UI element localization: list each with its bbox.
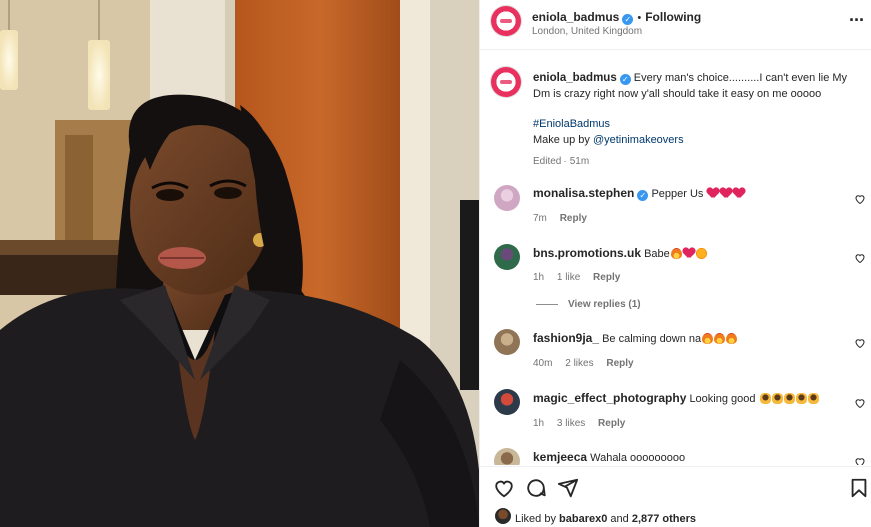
liked-by-label: Liked by bbox=[515, 513, 556, 525]
makeup-credit-label: Make up by bbox=[533, 134, 590, 146]
share-icon[interactable] bbox=[557, 477, 579, 499]
commenter-avatar[interactable] bbox=[494, 389, 520, 415]
comment-time[interactable]: 1h bbox=[533, 418, 544, 429]
red-heart-emoji bbox=[707, 188, 719, 199]
post-side-panel: eniola_badmus ✓ • Following London, United … bbox=[479, 0, 871, 527]
post-image bbox=[0, 0, 479, 527]
reply-button[interactable]: Reply bbox=[560, 213, 587, 224]
reply-button[interactable]: Reply bbox=[598, 418, 625, 429]
commenter-avatar[interactable] bbox=[494, 185, 520, 211]
post-header: eniola_badmus ✓ • Following London, United … bbox=[480, 0, 871, 50]
mention-link[interactable]: @yetinimakeovers bbox=[593, 134, 684, 146]
comment-text: Pepper Us bbox=[651, 188, 704, 200]
hashtag-link[interactable]: #EniolaBadmus bbox=[533, 118, 610, 130]
verified-icon: ✓ bbox=[619, 74, 631, 85]
commenter-username[interactable]: kemjeeca bbox=[533, 450, 587, 464]
post-photo[interactable] bbox=[0, 0, 479, 527]
red-heart-emoji bbox=[720, 188, 732, 199]
liker-username[interactable]: babarex0 bbox=[559, 513, 607, 525]
star-eyes-emoji bbox=[695, 248, 707, 259]
likes-text: Liked by babarex0 and 2,877 others bbox=[515, 513, 696, 525]
raised-hands-emoji bbox=[795, 393, 807, 404]
more-icon[interactable]: ··· bbox=[849, 10, 865, 30]
verified-icon: ✓ bbox=[637, 190, 649, 201]
commenter-avatar[interactable] bbox=[494, 448, 520, 465]
location-link[interactable]: London, United Kingdom bbox=[532, 26, 642, 37]
like-comment-heart-icon[interactable] bbox=[854, 337, 866, 349]
verified-icon: ✓ bbox=[622, 14, 634, 25]
comment-text: Be calming down na bbox=[602, 333, 702, 345]
post-actions-bar bbox=[480, 466, 871, 506]
fire-emoji bbox=[702, 333, 714, 344]
comment-likes[interactable]: 1 like bbox=[557, 272, 580, 283]
commenter-avatar[interactable] bbox=[494, 329, 520, 355]
separator-dot: • bbox=[637, 12, 642, 24]
commenter-username[interactable]: fashion9ja_ bbox=[533, 331, 599, 345]
commenter-avatar[interactable] bbox=[494, 244, 520, 270]
raised-hands-emoji bbox=[771, 393, 783, 404]
caption-username[interactable]: eniola_badmus bbox=[533, 72, 617, 84]
author-username[interactable]: eniola_badmus bbox=[532, 10, 619, 24]
likes-others-count[interactable]: 2,877 others bbox=[632, 513, 696, 525]
likes-and-label: and bbox=[610, 513, 629, 525]
replies-divider-line bbox=[536, 303, 558, 305]
heart-icon[interactable] bbox=[493, 477, 515, 499]
raised-hands-emoji bbox=[759, 393, 771, 404]
like-comment-heart-icon[interactable] bbox=[854, 456, 866, 465]
caption-avatar[interactable] bbox=[491, 67, 521, 97]
fire-emoji bbox=[670, 248, 682, 259]
red-heart-emoji bbox=[683, 248, 695, 259]
view-replies-button[interactable]: View replies (1) bbox=[536, 299, 641, 310]
comment-likes[interactable]: 3 likes bbox=[557, 418, 585, 429]
bookmark-icon[interactable] bbox=[848, 477, 870, 499]
fire-emoji bbox=[714, 333, 726, 344]
comment-text: Babe bbox=[644, 248, 670, 260]
comments-scroll-area[interactable]: eniola_badmus ✓ Every man's choice.......… bbox=[480, 51, 871, 465]
following-button[interactable]: Following bbox=[645, 10, 701, 24]
comment-text: Looking good bbox=[689, 393, 756, 405]
comment-text: Wahala ooooooooo bbox=[590, 452, 686, 464]
reply-button[interactable]: Reply bbox=[593, 272, 620, 283]
edited-label: Edited bbox=[533, 156, 562, 167]
liker-avatar[interactable] bbox=[495, 508, 511, 524]
like-comment-heart-icon[interactable] bbox=[854, 397, 866, 409]
view-replies-label: View replies (1) bbox=[568, 299, 641, 310]
comment-likes[interactable]: 2 likes bbox=[565, 358, 593, 369]
commenter-username[interactable]: magic_effect_photography bbox=[533, 391, 686, 405]
author-avatar[interactable] bbox=[491, 6, 521, 36]
raised-hands-emoji bbox=[807, 393, 819, 404]
red-heart-emoji bbox=[733, 188, 745, 199]
comment-icon[interactable] bbox=[525, 477, 547, 499]
fire-emoji bbox=[726, 333, 738, 344]
like-comment-heart-icon[interactable] bbox=[854, 193, 866, 205]
comment-time[interactable]: 1h bbox=[533, 272, 544, 283]
comment-time[interactable]: 40m bbox=[533, 358, 552, 369]
likes-summary: Liked by babarex0 and 2,877 others bbox=[480, 505, 871, 527]
raised-hands-emoji bbox=[783, 393, 795, 404]
like-comment-heart-icon[interactable] bbox=[854, 252, 866, 264]
commenter-username[interactable]: monalisa.stephen bbox=[533, 186, 634, 200]
comment-time[interactable]: 7m bbox=[533, 213, 547, 224]
post-caption: eniola_badmus ✓ Every man's choice.......… bbox=[533, 72, 848, 167]
commenter-username[interactable]: bns.promotions.uk bbox=[533, 246, 641, 260]
reply-button[interactable]: Reply bbox=[606, 358, 633, 369]
caption-time[interactable]: 51m bbox=[570, 156, 589, 167]
